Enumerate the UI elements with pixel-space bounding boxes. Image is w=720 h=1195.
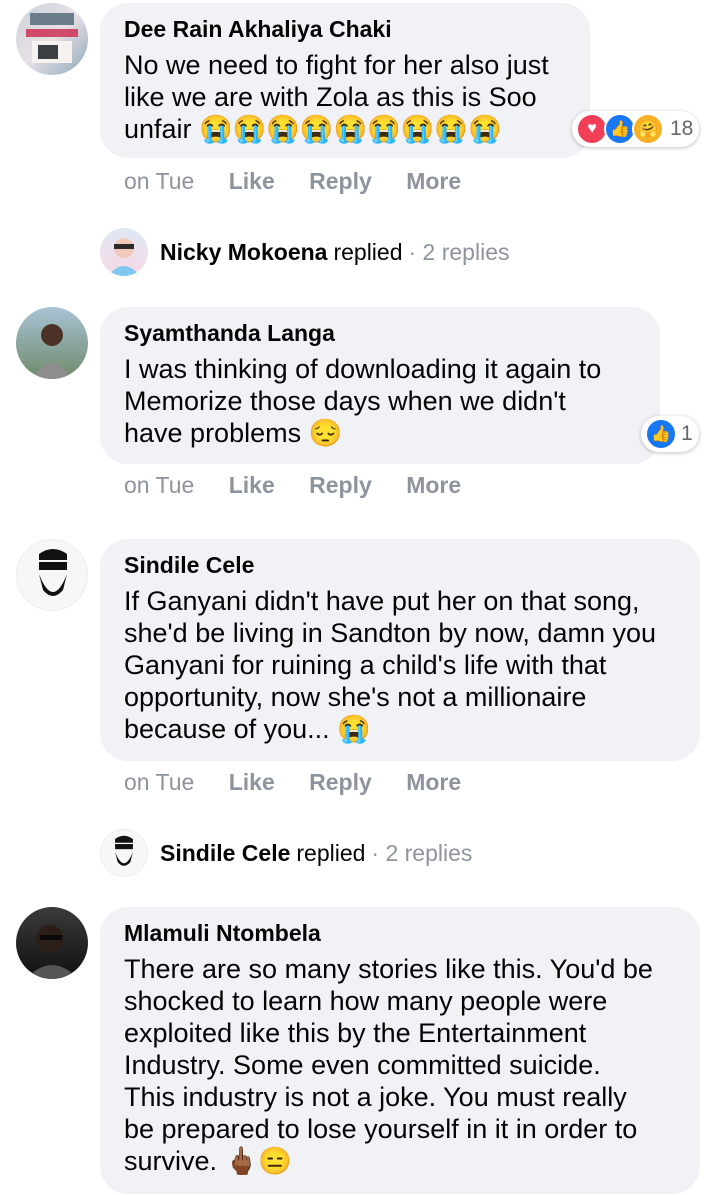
comment-text: If Ganyani didn't have put her on that s… [124,586,657,744]
comment-time[interactable]: on Tue [124,472,194,498]
reply-button[interactable]: Reply [309,769,372,795]
comment-bubble[interactable]: Dee Rain Akhaliya Chaki No we need to fi… [100,3,590,158]
reply-button[interactable]: Reply [309,472,372,498]
comment-text: There are so many stories like this. You… [124,954,653,1176]
avatar[interactable] [16,907,88,979]
like-button[interactable]: Like [229,769,275,795]
avatar [100,829,148,877]
comment-text: No we need to fight for her also just li… [124,50,549,144]
comment-time[interactable]: on Tue [124,769,194,795]
comment-actions: on Tue Like Reply More [124,769,489,796]
reaction-count: 18 [670,117,694,140]
more-button[interactable]: More [406,769,461,795]
more-button[interactable]: More [406,168,461,194]
reaction-count: 1 [681,422,693,445]
comment-actions: on Tue Like Reply More [124,168,489,195]
avatar[interactable] [16,539,88,611]
reply-summary[interactable]: Nicky Mokoena replied · 2 replies [100,228,509,276]
avatar[interactable] [16,307,88,379]
like-icon: 👍 [645,418,677,450]
avatar[interactable] [16,3,88,75]
avatar [100,228,148,276]
comment-bubble[interactable]: Mlamuli Ntombela There are so many stori… [100,907,700,1194]
reaction-summary[interactable]: 👍 1 [641,416,699,452]
comment-text: I was thinking of downloading it again t… [124,354,602,448]
comment-author[interactable]: Dee Rain Akhaliya Chaki [124,13,566,45]
more-button[interactable]: More [406,472,461,498]
comment-author[interactable]: Sindile Cele [124,549,676,581]
comment-author[interactable]: Mlamuli Ntombela [124,917,676,949]
comment-time[interactable]: on Tue [124,168,194,194]
like-button[interactable]: Like [229,168,275,194]
comment-actions: on Tue Like Reply More [124,472,489,499]
comment-bubble[interactable]: Syamthanda Langa I was thinking of downl… [100,307,660,464]
care-icon: 🤗 [632,113,664,145]
reply-summary[interactable]: Sindile Cele replied · 2 replies [100,829,472,877]
comment-author[interactable]: Syamthanda Langa [124,317,636,349]
like-button[interactable]: Like [229,472,275,498]
comment-bubble[interactable]: Sindile Cele If Ganyani didn't have put … [100,539,700,761]
reaction-summary[interactable]: ♥ 👍 🤗 18 [572,111,700,147]
reply-button[interactable]: Reply [309,168,372,194]
